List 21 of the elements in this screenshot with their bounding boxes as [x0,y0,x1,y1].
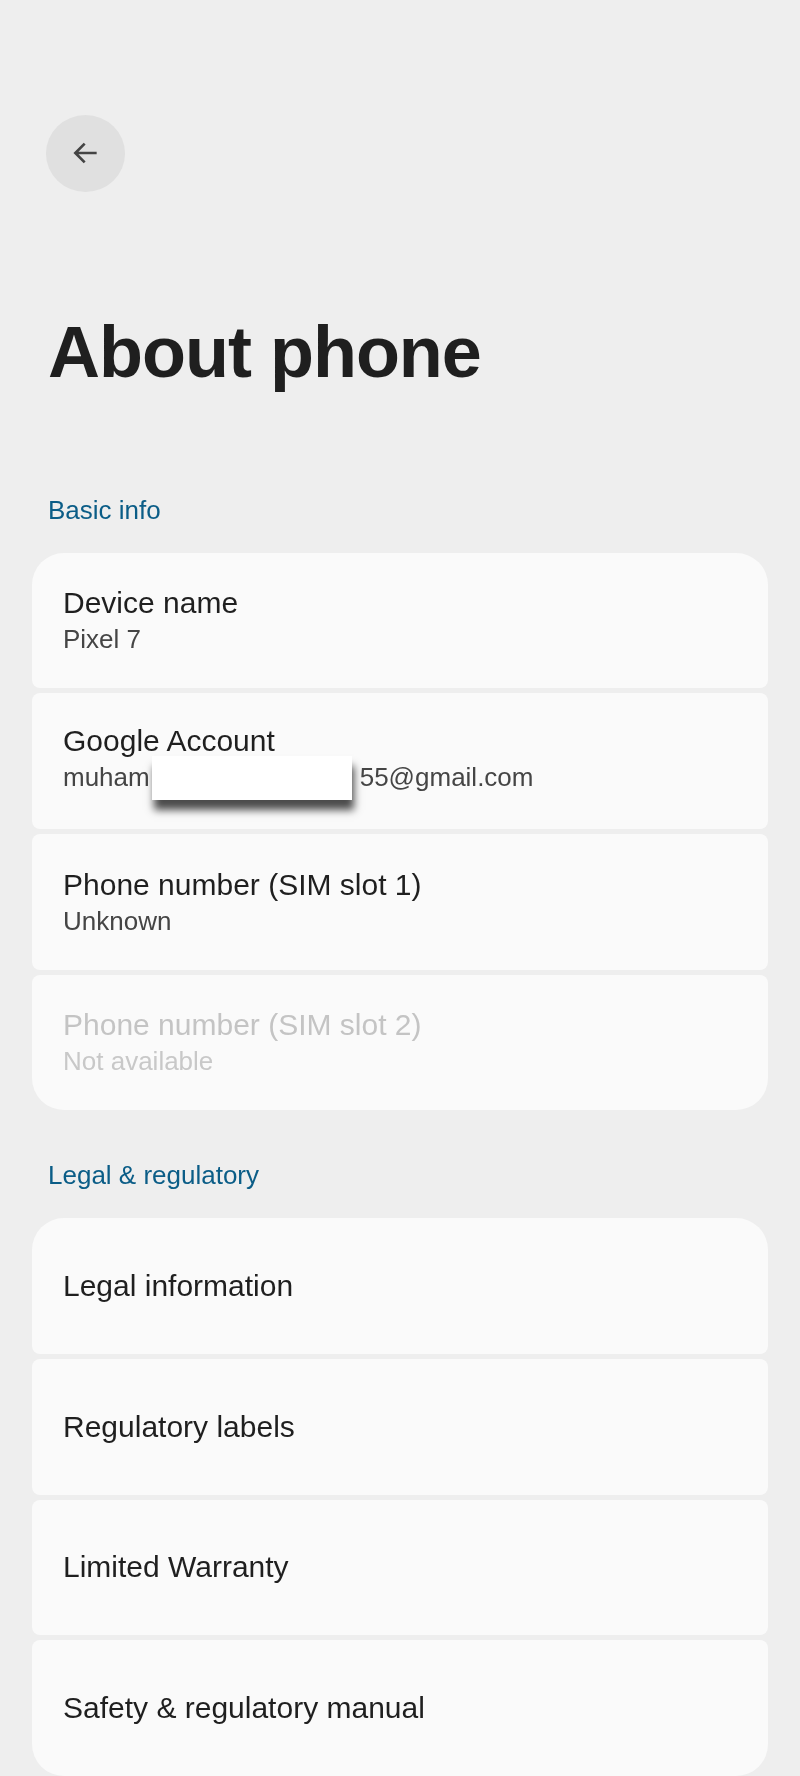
settings-item[interactable]: Phone number (SIM slot 1) Unknown [32,833,768,970]
item-value: muham [63,761,150,795]
settings-item[interactable]: Regulatory labels [32,1359,768,1495]
settings-item[interactable]: Legal information [32,1218,768,1354]
item-title: Regulatory labels [63,1408,296,1445]
item-title: Legal information [63,1268,295,1305]
item-value: Pixel 7 [63,623,143,657]
item-value: Unknown [63,904,173,938]
settings-item[interactable]: Limited Warranty [32,1499,768,1636]
section-heading: Basic info [48,493,162,526]
item-title: Google Account [63,723,276,760]
settings-item[interactable]: Device name Pixel 7 [32,552,768,689]
item-title: Safety & regulatory manual [63,1690,426,1727]
section-heading: Legal & regulatory [48,1159,261,1192]
item-value: 55@gmail.com [359,761,534,795]
settings-item[interactable]: Safety & regulatory manual [32,1640,768,1776]
settings-item[interactable]: Google Account muham 55@gmail.com [32,693,768,829]
item-title: Device name [63,585,240,622]
item-title: Limited Warranty [63,1549,290,1586]
page-title: About phone [48,310,482,394]
item-title: Phone number (SIM slot 1) [63,866,423,903]
